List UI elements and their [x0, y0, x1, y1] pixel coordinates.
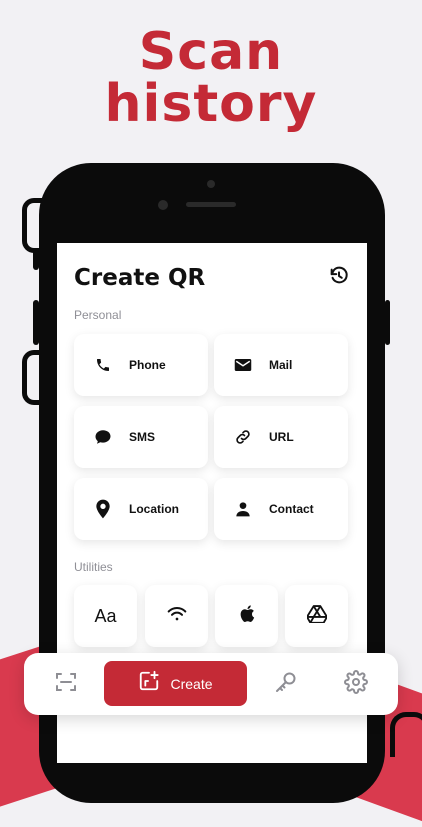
section-label-personal: Personal [74, 308, 122, 322]
key-tab[interactable] [272, 670, 300, 698]
phone-card[interactable]: Phone [74, 334, 208, 396]
create-tab-button[interactable]: Create [104, 661, 247, 706]
card-label: Location [129, 502, 179, 516]
headline: Scan history [0, 26, 422, 130]
apple-tile[interactable] [215, 585, 278, 647]
drive-icon [305, 604, 328, 628]
key-icon [274, 670, 298, 699]
location-card[interactable]: Location [74, 478, 208, 540]
drive-tile[interactable] [285, 585, 348, 647]
scan-tab[interactable] [52, 670, 80, 698]
card-label: URL [269, 430, 294, 444]
contact-card[interactable]: Contact [214, 478, 348, 540]
contact-icon [233, 499, 253, 519]
scan-icon [54, 670, 78, 699]
add-qr-icon [138, 670, 160, 697]
page-title: Create QR [74, 265, 206, 291]
phone-icon [93, 355, 113, 375]
settings-tab[interactable] [342, 669, 370, 699]
apple-icon [239, 604, 255, 628]
card-label: SMS [129, 430, 156, 444]
wifi-icon [167, 606, 187, 627]
speaker [186, 202, 236, 207]
headline-line-2: history [104, 74, 318, 134]
card-label: Mail [269, 358, 293, 372]
section-label-utilities: Utilities [74, 560, 113, 574]
mail-icon [233, 355, 253, 375]
sms-icon [93, 427, 113, 447]
sms-card[interactable]: SMS [74, 406, 208, 468]
mail-card[interactable]: Mail [214, 334, 348, 396]
phone-button [385, 300, 390, 345]
phone-button [33, 300, 39, 345]
url-card[interactable]: URL [214, 406, 348, 468]
phone-button [33, 250, 39, 270]
card-label: Contact [269, 502, 314, 516]
camera [207, 180, 215, 188]
location-icon [93, 499, 113, 519]
card-label: Phone [129, 358, 166, 372]
history-icon[interactable] [328, 265, 350, 287]
text-tile[interactable]: Aa [74, 585, 137, 647]
wifi-tile[interactable] [145, 585, 208, 647]
text-icon: Aa [94, 605, 117, 626]
decorative-bracket [390, 712, 422, 757]
create-label: Create [170, 675, 213, 692]
link-icon [233, 427, 253, 447]
gear-icon [344, 669, 368, 699]
headline-line-1: Scan [138, 22, 284, 82]
camera [158, 200, 168, 210]
